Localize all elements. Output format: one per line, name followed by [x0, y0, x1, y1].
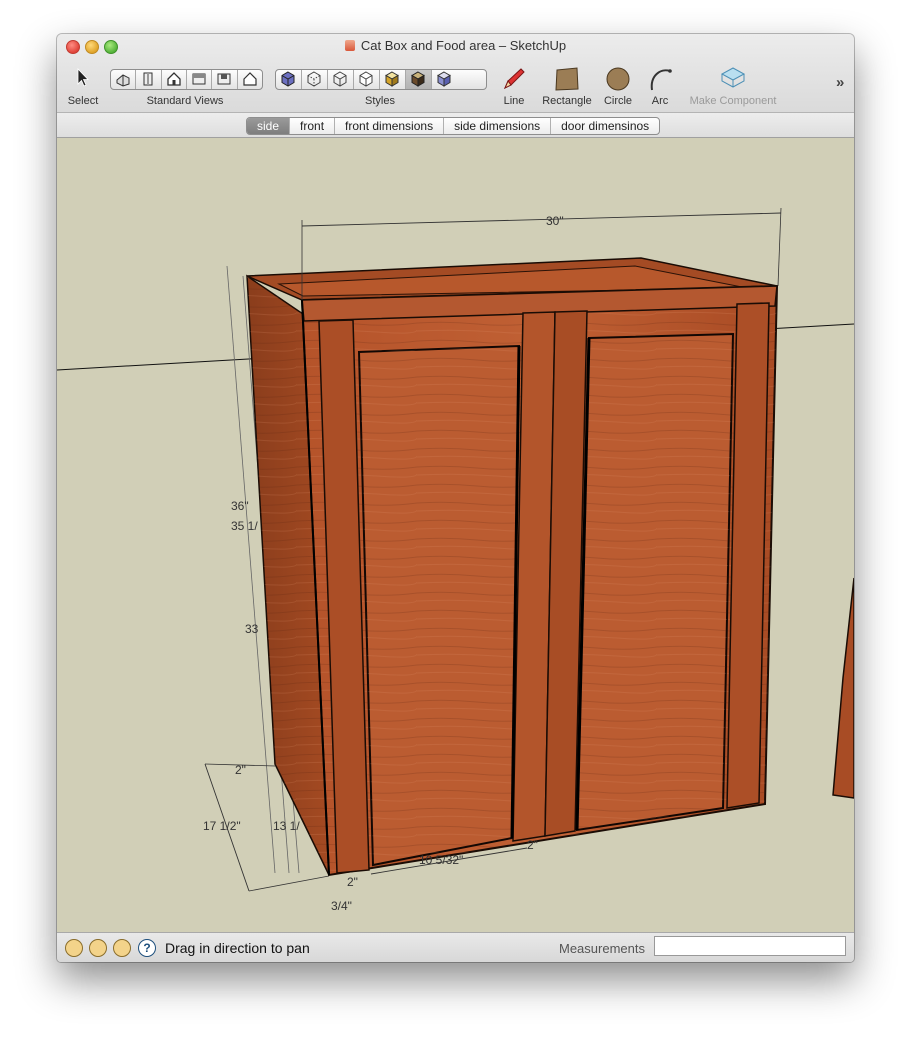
- shaded-cube-icon: [385, 71, 399, 87]
- shaded-textures-style-button[interactable]: [406, 70, 432, 89]
- sketchup-window: Cat Box and Food area – SketchUp Select …: [57, 34, 854, 962]
- document-icon: [344, 40, 355, 51]
- hidden-line-cube-icon: [359, 71, 373, 87]
- top-view-button[interactable]: [136, 70, 162, 89]
- monochrome-style-button[interactable]: [432, 70, 457, 89]
- component-icon: [720, 67, 746, 88]
- left-view-button[interactable]: [238, 70, 262, 89]
- right-door-grain: [577, 334, 733, 830]
- back-edges-style-button[interactable]: [302, 70, 328, 89]
- dim-width-top: 30": [546, 214, 564, 228]
- sign-in-icon[interactable]: [113, 939, 131, 957]
- styles-toolbar: [275, 69, 487, 90]
- dim-ext: [248, 875, 330, 892]
- arc-label: Arc: [651, 95, 669, 107]
- right-view-button[interactable]: [187, 70, 213, 89]
- rectangle-tool[interactable]: [554, 66, 580, 97]
- hidden-line-style-button[interactable]: [354, 70, 380, 89]
- wireframe-cube-icon: [333, 71, 347, 87]
- scene-tab-front[interactable]: front: [290, 118, 336, 134]
- geo-location-icon[interactable]: [65, 939, 83, 957]
- dim-door-width: 10 5/32": [419, 853, 463, 867]
- pencil-icon: [504, 68, 525, 90]
- wireframe-style-button[interactable]: [328, 70, 354, 89]
- scene-tab-front-dimensions[interactable]: front dimensions: [335, 118, 445, 134]
- front-house-icon: [167, 72, 181, 86]
- status-message: Drag in direction to pan: [165, 940, 310, 956]
- circle-label: Circle: [603, 95, 633, 107]
- styles-label: Styles: [365, 95, 395, 107]
- help-icon[interactable]: ?: [138, 939, 156, 957]
- scene-tabs: side front front dimensions side dimensi…: [246, 117, 661, 135]
- top-view-icon: [143, 72, 153, 86]
- select-label: Select: [67, 95, 99, 107]
- back-edges-cube-icon: [307, 71, 321, 87]
- title-toolbar-area: Cat Box and Food area – SketchUp Select …: [57, 34, 854, 149]
- back-view-button[interactable]: [212, 70, 238, 89]
- window-title: Cat Box and Food area – SketchUp: [57, 38, 854, 53]
- toolbar-overflow-button[interactable]: »: [836, 74, 844, 91]
- right-view-icon: [192, 73, 206, 85]
- back-view-icon: [217, 73, 231, 85]
- dim-line-width: [301, 212, 782, 227]
- xray-style-button[interactable]: [276, 70, 302, 89]
- adjacent-cabinet: [832, 577, 854, 799]
- scene-tab-bar: side front front dimensions side dimensi…: [57, 112, 854, 138]
- dim-edge: 3/4": [331, 899, 352, 913]
- circle-icon: [606, 67, 630, 91]
- arrow-cursor-icon: [77, 68, 89, 87]
- dim-depth-inner: 13 1/: [273, 819, 300, 833]
- line-tool[interactable]: [501, 66, 527, 97]
- credits-icon[interactable]: [89, 939, 107, 957]
- dim-ext: [777, 207, 782, 287]
- make-component-label: Make Component: [689, 95, 777, 107]
- measurements-input[interactable]: [654, 936, 846, 956]
- model-viewport[interactable]: 30" 36" 35 1/ 33 17 1/2" 13 1/ 2" 10 5/3…: [57, 138, 854, 932]
- dim-rail: 2": [235, 763, 246, 777]
- dim-stile-right: 2": [527, 838, 538, 852]
- dim-height-mid: 33: [245, 622, 259, 636]
- monochrome-cube-icon: [437, 71, 451, 87]
- circle-tool[interactable]: [605, 66, 631, 97]
- scene-tab-door-dimensinos[interactable]: door dimensinos: [551, 118, 659, 134]
- make-component-tool[interactable]: [720, 66, 746, 97]
- select-tool[interactable]: [75, 68, 91, 93]
- left-house-icon: [243, 72, 257, 86]
- dim-height-inner: 35 1/: [231, 519, 258, 533]
- line-label: Line: [503, 95, 525, 107]
- rectangle-icon: [555, 67, 579, 91]
- iso-view-button[interactable]: [111, 70, 137, 89]
- xray-cube-icon: [281, 71, 295, 87]
- model-canvas[interactable]: 30" 36" 35 1/ 33 17 1/2" 13 1/ 2" 10 5/3…: [57, 138, 854, 932]
- status-bar: ? Drag in direction to pan Measurements: [57, 932, 854, 962]
- rectangle-label: Rectangle: [542, 95, 592, 107]
- dim-height-outer: 36": [231, 499, 249, 513]
- measurements-label: Measurements: [559, 941, 645, 956]
- iso-house-icon: [116, 74, 130, 87]
- standard-views-label: Standard Views: [146, 95, 224, 107]
- left-door-grain: [359, 346, 519, 865]
- dim-stile-left: 2": [347, 875, 358, 889]
- dim-depth: 17 1/2": [203, 819, 241, 833]
- scene-tab-side-dimensions[interactable]: side dimensions: [444, 118, 552, 134]
- standard-views-toolbar: [110, 69, 263, 90]
- textured-cube-icon: [411, 71, 425, 87]
- shaded-style-button[interactable]: [380, 70, 406, 89]
- front-view-button[interactable]: [162, 70, 187, 89]
- scene-tab-side[interactable]: side: [247, 118, 291, 134]
- arc-icon: [650, 69, 672, 91]
- arc-tool[interactable]: [648, 66, 674, 97]
